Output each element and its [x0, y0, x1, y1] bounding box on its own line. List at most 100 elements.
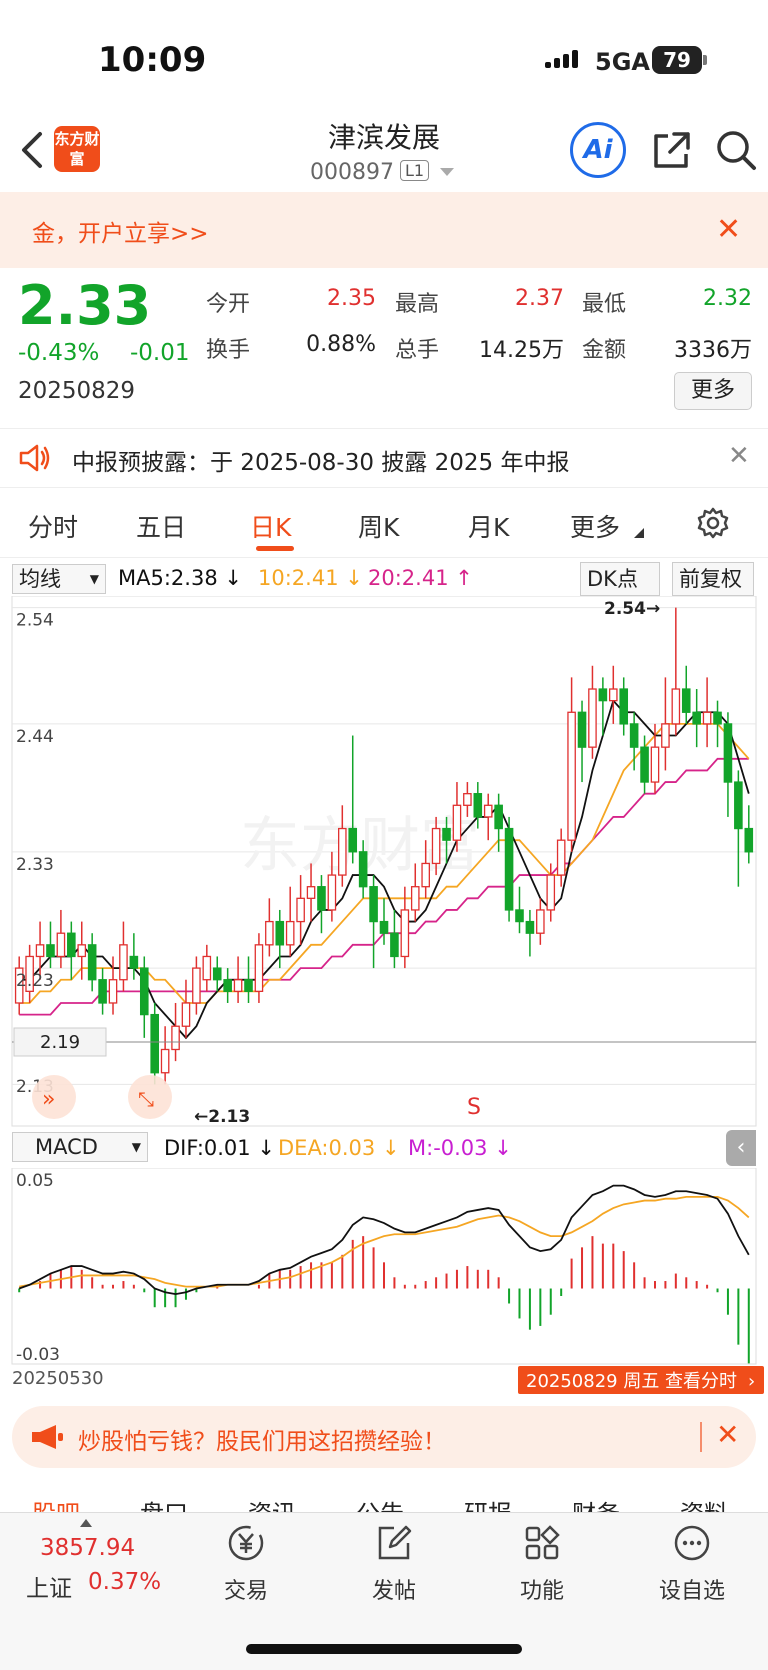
index-name[interactable]: 上证	[26, 1569, 72, 1603]
candle-body	[671, 688, 681, 725]
nav-post[interactable]: 发帖	[344, 1523, 444, 1605]
amount-value: 3336万	[674, 338, 752, 363]
chevron-right-icon: ›	[748, 1371, 755, 1392]
dk-point-button[interactable]: DK点	[580, 562, 660, 596]
candle-body	[98, 979, 107, 1004]
ma5-value: MA5:2.38 ↓	[118, 566, 242, 590]
home-indicator	[246, 1644, 522, 1654]
education-ad-banner[interactable]: 炒股怕亏钱？股民们用这招攒经验！ ✕	[12, 1406, 756, 1468]
candle-body	[171, 1025, 180, 1051]
macd-selector[interactable]: MACD ▼	[12, 1132, 148, 1162]
crosshair-value: 2.19	[40, 1032, 80, 1053]
content-subtabs: 股吧 盘口 资讯 公告 研报 财务 资料	[0, 1480, 768, 1514]
status-bar: 10:09 5GA 79	[0, 0, 768, 120]
m-value: M:-0.03 ↓	[408, 1136, 512, 1160]
candle-body	[410, 886, 420, 911]
subtab-announcements[interactable]: 公告	[356, 1494, 404, 1514]
index-value[interactable]: 3857.94	[40, 1535, 135, 1561]
candle-body	[515, 909, 524, 923]
candle-body	[369, 886, 378, 923]
account-promo-banner[interactable]: 金，开户立享>> ✕	[0, 192, 768, 268]
share-icon[interactable]	[650, 130, 692, 172]
candle-body	[129, 955, 139, 969]
triangle-icon	[634, 528, 644, 538]
candle-body	[296, 897, 305, 923]
ma-selector[interactable]: 均线 ▼	[12, 564, 106, 594]
notice-text[interactable]: 中报预披露：于 2025-08-30 披露 2025 年中报	[72, 443, 569, 477]
candle-body	[233, 979, 243, 992]
nav-trade-label: 交易	[223, 1579, 268, 1604]
adjust-button[interactable]: 前复权	[672, 562, 754, 596]
nav-add-watchlist-label: 设自选	[658, 1579, 725, 1604]
close-icon[interactable]: ✕	[716, 1418, 739, 1451]
candle-body	[692, 711, 701, 725]
earnings-notice[interactable]: 中报预披露：于 2025-08-30 披露 2025 年中报 ✕	[0, 428, 768, 488]
candle-body	[244, 979, 253, 992]
stock-code[interactable]: 000897	[310, 160, 394, 185]
nav-trade[interactable]: 交易	[196, 1523, 296, 1605]
candle-body	[744, 827, 754, 853]
speaker-icon	[19, 444, 50, 472]
low-value: 2.32	[703, 286, 752, 311]
tab-intraday[interactable]: 分时	[28, 508, 78, 544]
nav-functions-label: 功能	[519, 1579, 564, 1604]
tab-more[interactable]: 更多	[570, 508, 620, 544]
high-label: 最高	[395, 292, 440, 317]
candle-body	[713, 711, 722, 725]
amount-label: 金额	[582, 338, 627, 363]
promo-text[interactable]: 金，开户立享>>	[32, 214, 209, 248]
search-icon[interactable]	[714, 128, 758, 172]
candle-body	[223, 979, 232, 992]
candle-body	[285, 920, 295, 946]
candle-body	[734, 781, 743, 830]
change-amount: -0.01	[130, 340, 190, 366]
chevron-left-icon[interactable]: ‹	[726, 1130, 756, 1166]
nav-functions[interactable]: 功能	[492, 1523, 592, 1605]
tab-monthly-k[interactable]: 月K	[468, 508, 509, 544]
subtab-news[interactable]: 资讯	[248, 1494, 296, 1514]
candle-body	[338, 827, 347, 876]
candle-body	[379, 920, 389, 934]
quote-date: 20250829	[18, 378, 136, 404]
yen-circle-icon	[228, 1525, 264, 1561]
macd-tick-bottom: -0.03	[16, 1345, 60, 1365]
tab-weekly-k[interactable]: 周K	[358, 508, 399, 544]
candle-body	[327, 874, 337, 911]
tab-five-day[interactable]: 五日	[136, 508, 186, 544]
candle-body	[119, 944, 128, 981]
ad-text[interactable]: 炒股怕亏钱？股民们用这招攒经验！	[78, 1422, 446, 1456]
open-label: 今开	[206, 292, 251, 317]
caret-down-icon: ▼	[89, 572, 99, 586]
tab-daily-k[interactable]: 日K	[250, 508, 291, 544]
macd-chart[interactable]: 0.05 -0.03 20250530 20250829 周五 查看分时 ›	[0, 1168, 768, 1394]
stock-header: 东方财富 津滨发展 000897 L1 Ai	[0, 110, 768, 192]
nav-add-watchlist[interactable]: 设自选	[642, 1523, 742, 1605]
subtab-research[interactable]: 研报	[464, 1494, 512, 1514]
turnover-value: 0.88%	[306, 332, 376, 357]
low-label: 最低	[582, 292, 627, 317]
close-icon[interactable]: ✕	[716, 212, 741, 247]
quote-panel: 2.33 -0.43% -0.01 20250829 今开 2.35 最高 2.…	[0, 268, 768, 418]
index-change[interactable]: 0.37%	[88, 1569, 161, 1595]
ma-selector-label: 均线	[19, 567, 61, 591]
chevron-down-icon[interactable]	[440, 168, 454, 176]
volume-label: 总手	[395, 338, 440, 363]
y-tick-label: 2.44	[16, 727, 54, 747]
y-tick-label: 2.23	[16, 971, 54, 991]
gear-icon[interactable]	[696, 506, 730, 540]
candle-body	[598, 688, 608, 702]
more-quote-button[interactable]: 更多	[674, 372, 752, 410]
close-icon[interactable]: ✕	[728, 441, 750, 471]
nav-post-label: 发帖	[371, 1579, 416, 1604]
subtab-guba[interactable]: 股吧	[32, 1494, 80, 1514]
adjust-label: 前复权	[679, 567, 742, 591]
candle-body	[358, 851, 368, 888]
ai-assistant-button[interactable]: Ai	[570, 122, 626, 178]
subtab-profile[interactable]: 资料	[680, 1494, 728, 1514]
subtab-pankou[interactable]: 盘口	[140, 1494, 188, 1514]
candle-body	[473, 793, 483, 818]
caret-up-icon[interactable]	[80, 1519, 92, 1527]
signal-icon	[545, 50, 578, 68]
candle-body	[348, 827, 358, 853]
subtab-finance[interactable]: 财务	[572, 1494, 620, 1514]
